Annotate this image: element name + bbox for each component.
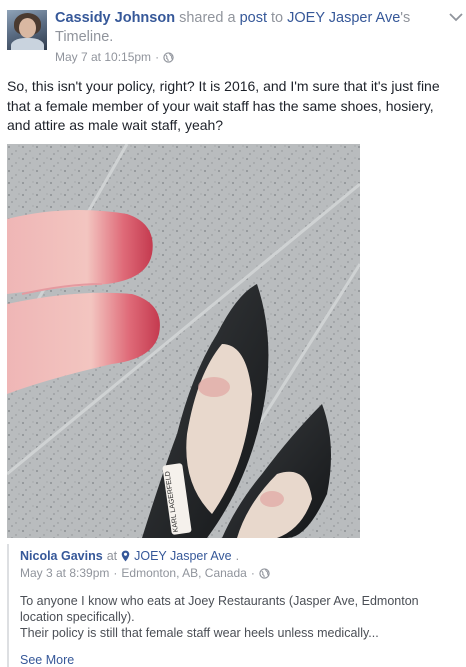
- avatar-face: [19, 18, 36, 38]
- globe-icon[interactable]: [259, 567, 270, 579]
- location-pin-icon: [121, 550, 130, 562]
- post-timestamp[interactable]: May 7 at 10:15pm: [55, 50, 151, 64]
- place-period: .: [235, 549, 240, 563]
- shared-author-link[interactable]: Nicola Gavins: [20, 549, 103, 563]
- post-photo[interactable]: KARL LAGERFELD: [7, 144, 360, 538]
- author-name-link[interactable]: Cassidy Johnson: [55, 10, 175, 26]
- shared-meta: May 3 at 8:39pm · Edmonton, AB, Canada ·: [20, 566, 270, 580]
- shared-text: shared a: [179, 10, 236, 26]
- post-text: So, this isn't your policy, right? It is…: [7, 78, 440, 133]
- target-page-link[interactable]: JOEY Jasper Ave: [287, 10, 400, 26]
- see-more-link[interactable]: See More: [20, 653, 74, 667]
- shared-author-line: Nicola Gavins at JOEY Jasper Ave.: [20, 549, 239, 563]
- facebook-post: Cassidy Johnson shared a post to JOEY Ja…: [0, 0, 466, 667]
- photo-feet-and-heels: KARL LAGERFELD: [7, 144, 360, 538]
- post-link[interactable]: post: [240, 10, 267, 26]
- post-headline: Cassidy Johnson shared a post to JOEY Ja…: [55, 9, 425, 47]
- meta-separator: ·: [155, 50, 160, 64]
- post-meta: May 7 at 10:15pm ·: [55, 50, 174, 64]
- avatar-shoulders: [11, 38, 44, 50]
- meta-separator: ·: [113, 566, 118, 580]
- shared-post-body: To anyone I know who eats at Joey Restau…: [20, 593, 460, 641]
- shared-location[interactable]: Edmonton, AB, Canada: [121, 566, 246, 580]
- globe-icon[interactable]: [163, 51, 174, 63]
- shared-timestamp[interactable]: May 3 at 8:39pm: [20, 566, 109, 580]
- possessive-text: 's: [400, 10, 411, 26]
- author-avatar[interactable]: [7, 10, 47, 50]
- chevron-down-icon[interactable]: [449, 12, 463, 22]
- at-text: at: [106, 549, 118, 563]
- timeline-text: Timeline.: [55, 29, 114, 45]
- shared-body-line-1: To anyone I know who eats at Joey Restau…: [20, 594, 419, 624]
- shared-body-line-2: Their policy is still that female staff …: [20, 626, 379, 640]
- shared-post[interactable]: Nicola Gavins at JOEY Jasper Ave. May 3 …: [7, 544, 459, 667]
- to-text: to: [271, 10, 284, 26]
- shared-place-link[interactable]: JOEY Jasper Ave: [134, 549, 232, 563]
- meta-separator: ·: [250, 566, 255, 580]
